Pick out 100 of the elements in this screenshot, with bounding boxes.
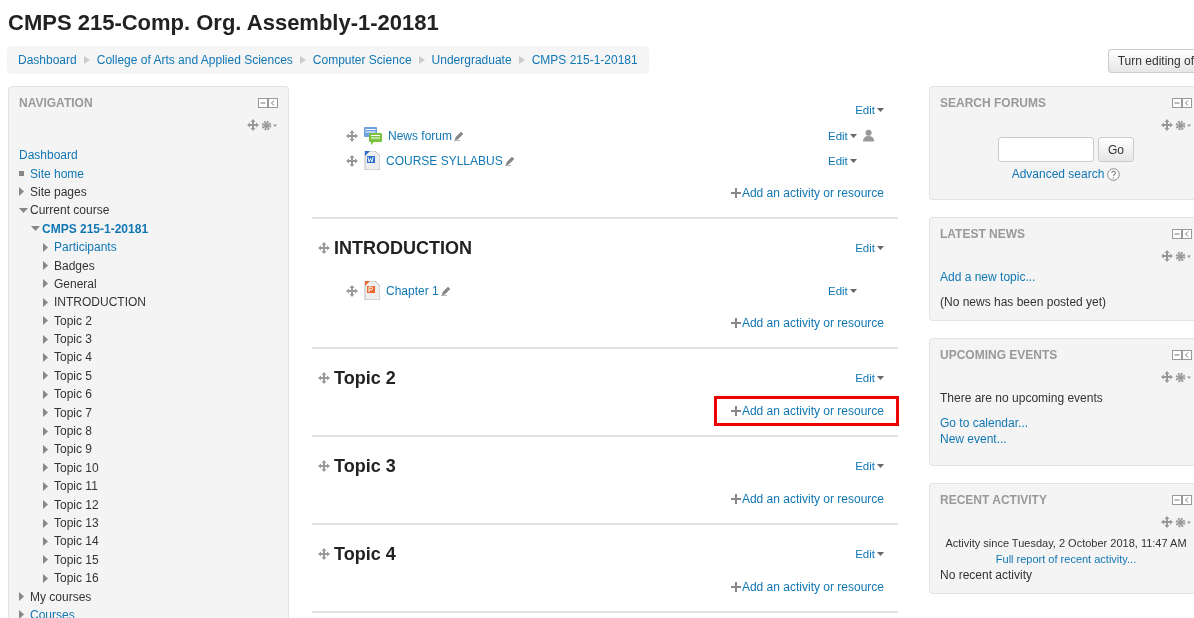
hide-dock-icon[interactable] bbox=[258, 98, 278, 108]
gear-icon[interactable] bbox=[1175, 516, 1192, 528]
nav-item[interactable]: INTRODUCTION bbox=[54, 295, 146, 310]
activity-link[interactable]: COURSE SYLLABUS bbox=[386, 153, 503, 168]
separator-icon bbox=[518, 56, 525, 64]
hide-dock-icon[interactable] bbox=[1172, 229, 1192, 239]
nav-item[interactable]: Current course bbox=[30, 203, 110, 218]
nav-link[interactable]: CMPS 215-1-20181 bbox=[42, 216, 159, 242]
nav-item[interactable]: Topic 3 bbox=[54, 332, 93, 347]
breadcrumb-link[interactable]: Dashboard bbox=[18, 53, 77, 67]
gear-icon[interactable] bbox=[1175, 371, 1192, 383]
hide-dock-icon[interactable] bbox=[1172, 495, 1192, 505]
caret-icon bbox=[849, 158, 857, 163]
nav-item[interactable]: General bbox=[54, 276, 97, 291]
move-icon[interactable] bbox=[247, 119, 259, 131]
nav-item[interactable]: Badges bbox=[54, 258, 95, 273]
move-icon[interactable] bbox=[318, 548, 330, 560]
nav-item[interactable]: Topic 8 bbox=[54, 424, 93, 439]
edit-menu-link[interactable]: Edit bbox=[855, 370, 884, 386]
breadcrumb-link[interactable]: College of Arts and Applied Sciences bbox=[96, 53, 293, 67]
breadcrumb-link[interactable]: CMPS 215-1-20181 bbox=[531, 53, 638, 67]
activity-link[interactable]: News forum bbox=[388, 128, 452, 143]
edit-menu-link[interactable]: Edit bbox=[855, 102, 884, 118]
advanced-search-link[interactable]: Advanced search bbox=[1011, 167, 1105, 181]
nav-item[interactable]: Topic 11 bbox=[54, 479, 98, 494]
add-activity-link[interactable]: Add an activity or resource bbox=[716, 399, 896, 423]
nav-item[interactable]: Topic 16 bbox=[54, 571, 99, 586]
expanded-arrow-icon[interactable] bbox=[19, 207, 28, 213]
collapsed-arrow-icon[interactable] bbox=[19, 187, 24, 197]
edit-menu-link[interactable]: Edit bbox=[828, 282, 857, 299]
move-icon[interactable] bbox=[318, 242, 330, 254]
person-icon[interactable] bbox=[862, 129, 874, 142]
nav-item[interactable]: Topic 6 bbox=[54, 387, 93, 402]
plus-icon bbox=[730, 582, 741, 592]
search-field[interactable] bbox=[998, 137, 1094, 162]
nav-item[interactable]: Topic 5 bbox=[54, 368, 93, 383]
nav-link[interactable]: Site home bbox=[30, 166, 85, 181]
bullet-icon bbox=[19, 171, 24, 177]
pencil-icon[interactable] bbox=[440, 285, 452, 296]
gear-icon[interactable] bbox=[1175, 119, 1192, 131]
nav-item[interactable]: Topic 2 bbox=[54, 313, 93, 328]
pencil-icon[interactable] bbox=[504, 155, 516, 166]
nav-item[interactable]: Topic 15 bbox=[54, 552, 99, 567]
edit-menu-link[interactable]: Edit bbox=[855, 546, 884, 562]
move-icon[interactable] bbox=[346, 154, 358, 167]
edit-menu-link[interactable]: Edit bbox=[828, 127, 857, 144]
plus-icon bbox=[730, 494, 741, 504]
separator-icon bbox=[83, 56, 90, 64]
move-icon[interactable] bbox=[318, 460, 330, 472]
nav-item[interactable]: Topic 7 bbox=[54, 405, 93, 420]
block-link[interactable]: Go to calendar... bbox=[940, 416, 1029, 430]
move-icon[interactable] bbox=[318, 372, 330, 384]
move-icon[interactable] bbox=[1161, 250, 1173, 262]
add-activity-link[interactable]: Add an activity or resource bbox=[730, 489, 884, 509]
block-text: There are no upcoming events bbox=[940, 391, 1103, 405]
nav-link[interactable]: Dashboard bbox=[19, 148, 78, 163]
nav-link[interactable]: Participants bbox=[54, 240, 117, 255]
hide-dock-icon[interactable] bbox=[1172, 350, 1192, 360]
gear-icon[interactable] bbox=[1175, 250, 1192, 262]
caret-icon bbox=[877, 552, 884, 556]
activity-link[interactable]: Chapter 1 bbox=[386, 283, 439, 298]
presentation-file-icon bbox=[364, 281, 380, 300]
block-title: LATEST NEWS bbox=[940, 227, 1026, 241]
add-activity-link[interactable]: Add an activity or resource bbox=[730, 183, 884, 203]
hide-dock-icon[interactable] bbox=[1172, 98, 1192, 108]
block-link[interactable]: Add a new topic... bbox=[940, 270, 1036, 284]
nav-item[interactable]: Topic 9 bbox=[54, 442, 93, 457]
pencil-icon[interactable] bbox=[454, 130, 465, 141]
edit-menu-link[interactable]: Edit bbox=[855, 458, 884, 474]
nav-item[interactable]: Topic 10 bbox=[54, 460, 99, 475]
add-activity-link[interactable]: Add an activity or resource bbox=[730, 313, 884, 333]
nav-item[interactable]: Topic 4 bbox=[54, 350, 93, 365]
move-icon[interactable] bbox=[346, 129, 358, 142]
chat-bubbles-icon bbox=[364, 126, 382, 145]
gear-icon[interactable] bbox=[261, 119, 278, 131]
edit-menu-link[interactable]: Edit bbox=[855, 240, 884, 256]
expanded-arrow-icon[interactable] bbox=[31, 226, 40, 232]
add-activity-link[interactable]: Add an activity or resource bbox=[730, 577, 884, 597]
move-icon[interactable] bbox=[346, 284, 358, 297]
nav-item[interactable]: Topic 14 bbox=[54, 534, 99, 549]
move-icon[interactable] bbox=[1161, 119, 1173, 131]
move-icon[interactable] bbox=[1161, 516, 1173, 528]
block-link[interactable]: New event... bbox=[940, 432, 1007, 446]
edit-menu-link[interactable]: Edit bbox=[828, 152, 857, 169]
breadcrumb-link[interactable]: Computer Science bbox=[312, 53, 412, 67]
nav-item[interactable]: Site pages bbox=[30, 184, 87, 199]
move-icon[interactable] bbox=[1161, 371, 1173, 383]
nav-item[interactable]: Topic 13 bbox=[54, 516, 99, 530]
go-button[interactable]: Go bbox=[1098, 137, 1134, 162]
breadcrumb-link[interactable]: Undergraduate bbox=[431, 53, 512, 67]
block-link[interactable]: Full report of recent activity... bbox=[995, 553, 1137, 565]
section-title: Topic 4 bbox=[334, 543, 396, 566]
nav-item[interactable]: My courses bbox=[30, 589, 92, 604]
turn-editing-button[interactable]: Turn editing of bbox=[1107, 49, 1194, 73]
block-text: No recent activity bbox=[940, 568, 1033, 582]
nav-item[interactable]: Topic 12 bbox=[54, 497, 99, 512]
plus-icon bbox=[730, 318, 741, 328]
separator-icon bbox=[418, 56, 425, 64]
block-text: Activity since Tuesday, 2 October 2018, 11:47 AM bbox=[945, 537, 1187, 549]
help-icon[interactable] bbox=[1107, 167, 1121, 181]
